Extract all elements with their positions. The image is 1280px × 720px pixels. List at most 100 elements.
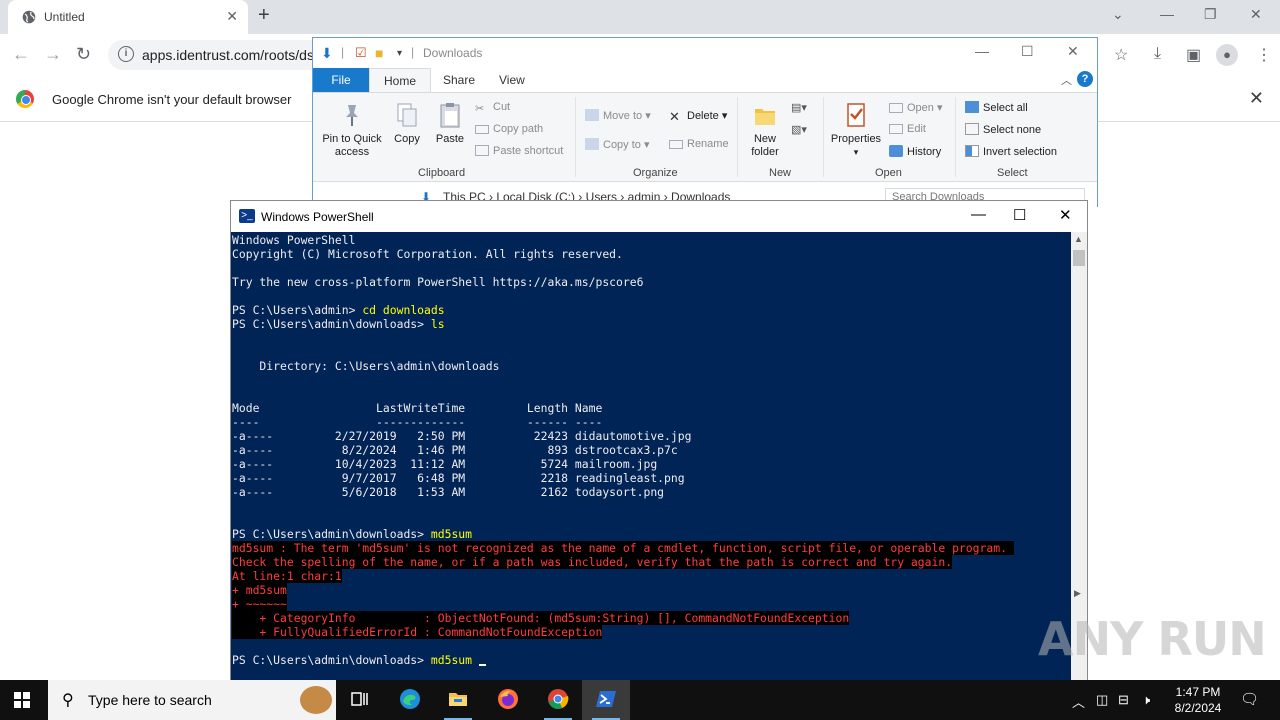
powershell-taskbar-button[interactable] — [582, 680, 630, 720]
scroll-up-icon[interactable]: ▲ — [1074, 234, 1083, 244]
powershell-console[interactable]: Windows PowerShell Copyright (C) Microsof… — [231, 232, 1071, 680]
properties-button[interactable]: Properties ▾ — [827, 101, 885, 159]
menu-kebab-icon[interactable]: ⋮ — [1256, 45, 1272, 65]
ps-minimize-icon[interactable]: — — [971, 206, 986, 223]
cut-button[interactable]: ✂ Cut — [475, 101, 510, 115]
restore-icon[interactable]: ❐ — [1204, 6, 1217, 23]
rename-label: Rename — [687, 138, 729, 150]
edit-button[interactable]: Edit — [889, 123, 926, 135]
taskbar-clock[interactable]: 1:47 PM 8/2/2024 — [1168, 684, 1228, 716]
command-text: cd downloads — [362, 303, 445, 317]
output-text: Copyright (C) Microsoft Corporation. All… — [232, 247, 623, 261]
tab-home[interactable]: Home — [369, 68, 432, 92]
easy-access-icon[interactable]: ▧▾ — [791, 123, 807, 136]
tab-close-icon[interactable]: ✕ — [226, 8, 238, 25]
delete-button[interactable]: ✕ Delete ▾ — [669, 109, 727, 124]
explorer-app-icon: ⬇ — [321, 45, 333, 61]
copy-to-button[interactable]: Copy to ▾ — [585, 138, 650, 151]
profile-avatar-icon[interactable]: ● — [1216, 44, 1238, 66]
scroll-thumb[interactable] — [1073, 250, 1085, 266]
console-error-line: + FullyQualifiedErrorId : CommandNotFoun… — [232, 625, 603, 639]
ribbon-home: Pin to Quick access Copy Paste ✂ Cut Copy… — [313, 92, 1097, 182]
tray-overflow-icon[interactable]: ︿ — [1072, 692, 1085, 711]
minimize-icon[interactable]: — — [1160, 6, 1174, 22]
console-error-line: md5sum : The term 'md5sum' is not recogn… — [232, 541, 1014, 555]
download-icon[interactable]: ⤓ — [1154, 45, 1161, 63]
properties-qa-icon[interactable]: ☑ — [355, 45, 367, 61]
copy-path-button[interactable]: Copy path — [475, 123, 543, 135]
qa-dropdown-icon[interactable]: ▾ — [397, 48, 402, 59]
edge-taskbar-button[interactable] — [386, 680, 434, 720]
pin-label: Pin to Quick access — [322, 133, 382, 158]
ps-maximize-icon[interactable]: ☐ — [1013, 206, 1026, 224]
ribbon-collapse-icon[interactable]: ︿ — [1061, 72, 1072, 88]
explorer-close-icon[interactable]: ✕ — [1067, 43, 1079, 60]
output-text: Mode LastWriteTime Length Name — [232, 401, 603, 415]
windows-start-icon[interactable] — [14, 692, 30, 708]
explorer-minimize-icon[interactable]: — — [975, 43, 989, 59]
taskbar-search-box[interactable]: ⚲ Type here to search — [48, 680, 336, 720]
delete-label: Delete — [687, 110, 719, 122]
error-text: At line:1 char:1 — [232, 569, 342, 583]
side-panel-icon[interactable]: ▣ — [1186, 45, 1201, 65]
address-bar[interactable]: i apps.identrust.com/roots/ds — [108, 40, 328, 70]
prompt-text: PS C:\Users\admin> — [232, 303, 363, 317]
rename-button[interactable]: Rename — [669, 138, 729, 150]
command-text: ls — [430, 317, 445, 331]
scissors-icon: ✂ — [475, 103, 485, 115]
paste-shortcut-button[interactable]: Paste shortcut — [475, 145, 563, 157]
ribbon-separator — [955, 97, 956, 177]
firefox-taskbar-button[interactable] — [484, 680, 532, 720]
move-to-button[interactable]: Move to ▾ — [585, 109, 651, 122]
paste-button[interactable]: Paste — [431, 101, 469, 146]
close-icon[interactable]: ✕ — [1250, 6, 1262, 23]
scroll-down-icon[interactable]: ▶ — [1074, 588, 1081, 599]
ps-close-icon[interactable]: ✕ — [1059, 206, 1072, 224]
command-text: md5sum — [430, 653, 479, 667]
open-button[interactable]: Open ▾ — [889, 101, 943, 114]
tab-search-icon[interactable]: ⌄ — [1112, 6, 1124, 23]
tab-file[interactable]: File — [313, 68, 369, 92]
copy-path-label: Copy path — [493, 123, 544, 135]
volume-icon[interactable]: 🕨 — [1142, 692, 1150, 708]
select-none-button[interactable]: Select none — [965, 123, 1041, 136]
output-text: -a---- 2/27/2019 2:50 PM 22423 didautomo… — [232, 429, 692, 443]
infobar-close-icon[interactable]: ✕ — [1249, 88, 1264, 109]
console-prompt-line: PS C:\Users\admin\downloads> md5sum — [232, 527, 472, 541]
invert-selection-button[interactable]: Invert selection — [965, 145, 1057, 158]
help-icon[interactable]: ? — [1077, 71, 1093, 87]
explorer-maximize-icon[interactable]: ☐ — [1021, 43, 1034, 60]
console-output-line: -a---- 5/6/2018 1:53 AM 2162 todaysort.p… — [232, 485, 664, 499]
globe-icon — [22, 10, 36, 24]
file-explorer-taskbar-button[interactable] — [434, 680, 482, 720]
console-output-line: Directory: C:\Users\admin\downloads — [232, 359, 499, 373]
site-info-icon[interactable]: i — [118, 46, 134, 62]
task-view-button[interactable] — [336, 680, 384, 720]
bookmark-star-icon[interactable]: ☆ — [1114, 45, 1128, 65]
browser-tab[interactable]: Untitled ✕ — [8, 0, 248, 34]
folder-icon — [755, 109, 775, 125]
history-button[interactable]: History — [889, 145, 941, 158]
new-folder-button[interactable]: New folder — [745, 101, 785, 159]
paste-shortcut-icon — [475, 145, 489, 156]
tray-app-icon[interactable]: ◫ — [1096, 692, 1108, 708]
reload-icon[interactable]: ↻ — [76, 44, 91, 65]
tab-view[interactable]: View — [485, 68, 539, 92]
console-prompt-line: PS C:\Users\admin> cd downloads — [232, 303, 445, 317]
chrome-taskbar-button[interactable] — [534, 680, 582, 720]
back-icon[interactable]: ← — [12, 44, 30, 65]
select-all-button[interactable]: Select all — [965, 101, 1028, 114]
new-folder-qa-icon[interactable]: ■ — [375, 45, 383, 61]
tab-share[interactable]: Share — [429, 68, 489, 92]
network-icon[interactable]: ⊟ — [1118, 692, 1129, 708]
pin-icon — [346, 105, 358, 126]
powershell-title: Windows PowerShell — [261, 210, 374, 224]
copy-button[interactable]: Copy — [391, 101, 423, 146]
console-cursor — [478, 664, 486, 666]
new-tab-icon[interactable]: + — [258, 4, 270, 27]
new-item-icon[interactable]: ▤▾ — [791, 101, 807, 114]
pin-quick-access-button[interactable]: Pin to Quick access — [319, 101, 385, 159]
command-text: md5sum — [430, 527, 473, 541]
forward-icon[interactable]: → — [44, 44, 62, 65]
notifications-icon[interactable]: 🗨 — [1240, 690, 1259, 708]
